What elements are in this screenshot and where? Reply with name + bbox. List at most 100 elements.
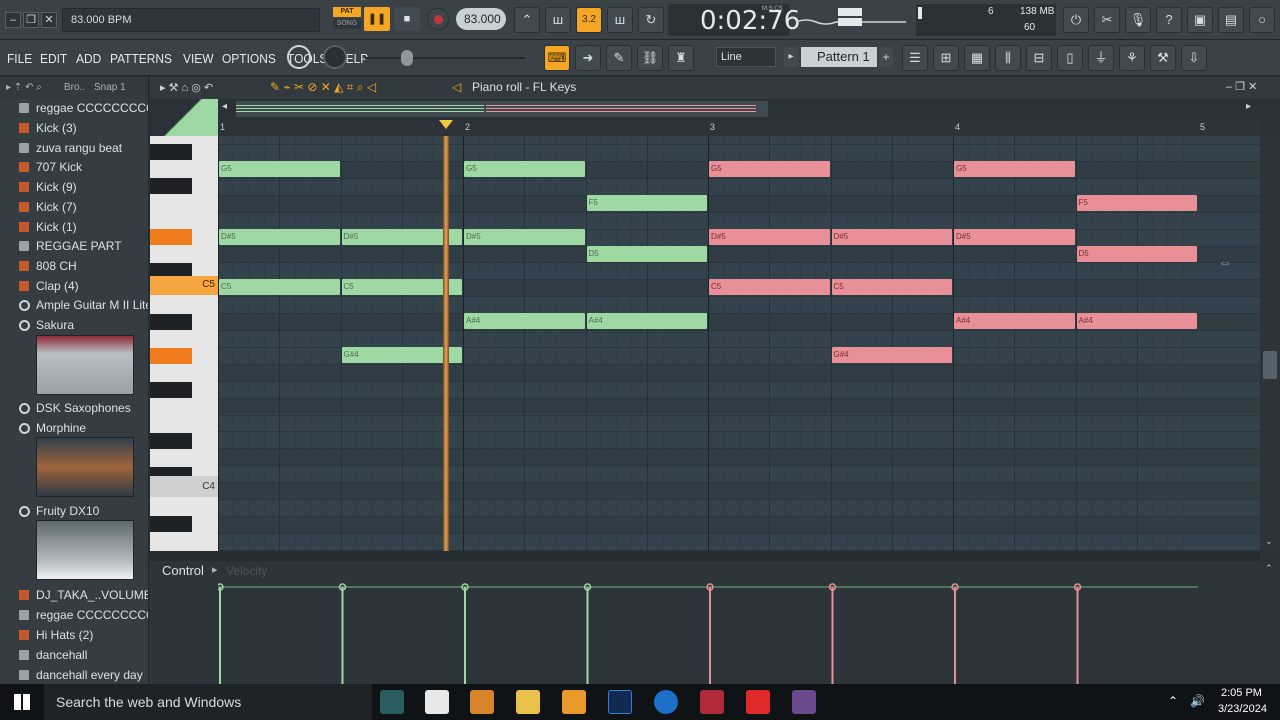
loop-record-icon[interactable]: ↻ [638,7,664,33]
browser-item[interactable]: REGGAE PART [0,236,148,256]
c4-key[interactable]: C4 [150,476,218,497]
wrench-icon[interactable]: ⚒ [1150,45,1176,71]
note[interactable]: F5 [586,194,707,211]
note[interactable]: D#5 [709,228,830,245]
bar-ruler[interactable]: 1 2 3 4 5 [218,120,1260,136]
restore-icon[interactable]: ❐ [23,12,39,28]
song-mode-button[interactable]: SONG [333,19,361,29]
browser-item[interactable]: Sakura [0,315,148,335]
black-key[interactable] [150,433,192,449]
piano-roll-tools[interactable]: ▸ ⚒ ⌂ ◎ ↶ [160,81,213,94]
velocity-lane[interactable] [218,561,1260,684]
note[interactable]: D5 [586,245,707,262]
master-pitch-knob[interactable] [323,45,347,69]
project-icon[interactable]: ▯ [1057,45,1083,71]
note-grid[interactable]: G5 G5 G5 G5 F5 F5 D#5 D#5 D#5 D#5 D#5 D#5 D5 D5 C5 C5 C5… [218,136,1260,551]
overview-viewport[interactable] [236,101,768,117]
volume-icon[interactable]: 🔊 [1190,694,1205,708]
note[interactable]: D#5 [831,228,952,245]
playhead-marker[interactable] [438,120,453,129]
save-icon[interactable]: ▣ [1187,7,1213,33]
edge-icon[interactable] [654,690,678,714]
browser-item[interactable]: Hi Hats (2) [0,625,148,645]
master-volume-knob[interactable] [287,45,311,69]
pause-button[interactable]: ❚❚ [364,7,390,31]
menu-patterns[interactable]: PATTERNS [110,51,172,66]
note[interactable]: G5 [219,161,340,177]
app-icon[interactable] [700,690,724,714]
vertical-scroll-thumb[interactable] [1263,351,1277,379]
browser-item[interactable]: Fruity DX10 [0,501,148,521]
windows-start-icon[interactable] [14,694,30,710]
menu-view[interactable]: VIEW [183,51,214,66]
piano-roll-icon[interactable]: ⊞ [933,45,959,71]
record-button[interactable] [427,8,449,30]
note[interactable]: G5 [954,161,1075,177]
scroll-down-icon[interactable]: ⌄ [1265,536,1273,547]
note[interactable]: C5 [831,279,952,296]
note[interactable]: F5 [1076,194,1197,211]
recorder-icon[interactable] [746,690,770,714]
photoshop-icon[interactable] [608,690,632,714]
note[interactable]: D#5 [219,228,340,245]
menu-edit[interactable]: EDIT [40,51,67,66]
browser-snap[interactable]: Snap 1 [94,77,126,99]
event-editor[interactable]: Control ▸ Velocity ⌃ [150,551,1280,684]
link-icon[interactable]: ⛓ [637,45,663,71]
game-icon[interactable] [792,690,816,714]
cut-icon[interactable]: ✂ [1094,7,1120,33]
vertical-scrollbar[interactable]: ⌄ [1260,136,1280,551]
note[interactable]: G5 [709,161,830,177]
metronome-icon[interactable]: ⌃ [514,7,540,33]
playlist-icon[interactable]: ☰ [902,45,928,71]
help-icon[interactable]: ? [1156,7,1182,33]
browser-item[interactable]: reggae CCCCCCCCC [0,605,148,625]
browser-item[interactable]: Ample Guitar M II Lite [0,295,148,315]
tempo-tap-icon[interactable]: ⚘ [1119,45,1145,71]
black-key-active[interactable] [150,348,192,364]
arrow-icon[interactable]: ➜ [575,45,601,71]
pat-mode-button[interactable]: PAT [333,7,361,17]
tool-icons[interactable]: ✎ ⌁ ✂ ⊘ ✕ ◭ ⌗ ⌕ ◁ [270,80,376,95]
scroll-right-icon[interactable]: ▸ [1246,101,1256,117]
browser-item[interactable]: Clap (4) [0,276,148,296]
browser-item[interactable]: 707 Kick [0,157,148,177]
browser-item[interactable]: dancehall [0,645,148,665]
menu-file[interactable]: FILE [7,51,32,66]
minimize-icon[interactable]: – [5,12,21,28]
event-scroll-up-icon[interactable]: ⌃ [1265,563,1273,574]
pattern-prev-icon[interactable]: ▸ [784,47,798,67]
stamp-icon[interactable]: ♜ [668,45,694,71]
browser-item[interactable]: 808 CH [0,256,148,276]
tempo-display[interactable]: 83.000 [456,8,506,30]
black-key[interactable] [150,516,192,532]
piano-roll-window-controls[interactable]: – ❐ ✕ [1226,80,1257,93]
browser-item[interactable]: reggae CCCCCCCCC_6 [0,98,148,118]
pitch-slider[interactable] [365,50,525,66]
clock-date[interactable]: 3/23/2024 [1218,703,1267,715]
browser-item[interactable]: DJ_TAKA_..VOLUME_6 [0,585,148,605]
tray-arrow-icon[interactable]: ⌃ [1168,694,1178,708]
snap-mode-select[interactable]: Line [716,47,776,67]
black-key[interactable] [150,382,192,398]
store-icon[interactable] [425,690,449,714]
online-icon[interactable]: ⏻ [1063,7,1089,33]
mixer-icon[interactable]: ⫼ [995,45,1021,71]
overview-strip[interactable]: ◂ ▸ [218,99,1260,120]
browser-item[interactable]: zuva rangu beat [0,138,148,158]
stop-button[interactable]: ■ [394,7,420,31]
pattern-selector[interactable]: Pattern 1 [801,47,877,67]
media-player-icon[interactable] [562,690,586,714]
clock-time[interactable]: 2:05 PM [1221,687,1262,699]
black-key-active[interactable] [150,229,192,245]
note[interactable]: G5 [464,161,585,177]
typing-keyboard-icon[interactable]: ⌨ [544,45,570,71]
note[interactable]: C5 [709,279,830,296]
browser-icon[interactable]: ⊟ [1026,45,1052,71]
event-scrollbar[interactable]: ⌃ [1260,561,1280,684]
browser-item[interactable]: Kick (9) [0,177,148,197]
playhead-line[interactable] [442,136,449,551]
note[interactable]: A#4 [954,313,1075,330]
browser-item[interactable]: DSK Saxophones [0,398,148,418]
note[interactable]: G#4 [831,346,952,363]
